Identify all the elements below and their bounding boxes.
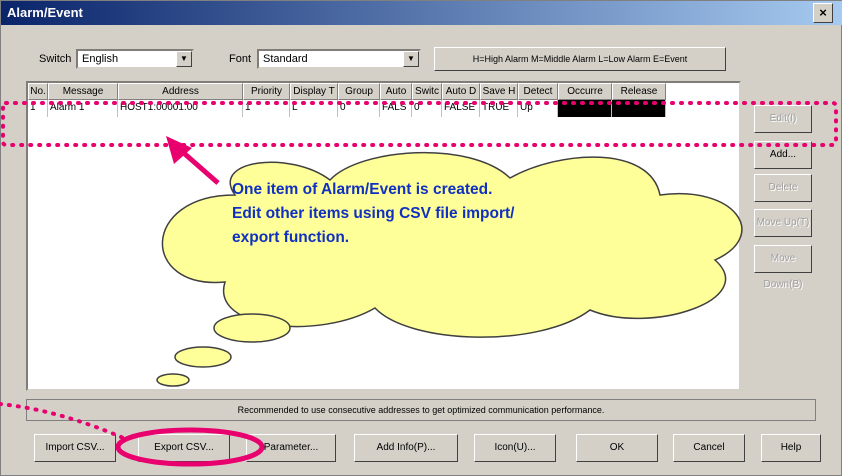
- icon-button[interactable]: Icon(U)...: [474, 434, 556, 462]
- font-value: Standard: [263, 53, 308, 65]
- add-info-button[interactable]: Add Info(P)...: [354, 434, 458, 462]
- parameter-button[interactable]: Parameter...: [246, 434, 336, 462]
- add-button[interactable]: Add...: [754, 141, 812, 169]
- cell-priority: 1: [243, 100, 290, 117]
- column-header[interactable]: Priority: [243, 83, 290, 100]
- column-header[interactable]: Auto: [380, 83, 412, 100]
- column-header[interactable]: Save H: [480, 83, 518, 100]
- column-header[interactable]: Switc: [412, 83, 442, 100]
- switch-label: Switch: [39, 53, 72, 65]
- cell-save-h: TRUE: [480, 100, 518, 117]
- callout-line: export function.: [232, 229, 350, 246]
- column-header[interactable]: Detect: [518, 83, 558, 100]
- font-select[interactable]: Standard ▼: [257, 49, 421, 69]
- priority-legend-button[interactable]: H=High Alarm M=Middle Alarm L=Low Alarm …: [434, 47, 726, 71]
- column-header[interactable]: Release: [612, 83, 666, 100]
- cell-auto-d: FALSE: [442, 100, 480, 117]
- callout-text: One item of Alarm/Event is created. Edit…: [232, 178, 692, 250]
- cell-group: 0: [338, 100, 380, 117]
- ok-button[interactable]: OK: [576, 434, 658, 462]
- table-row[interactable]: 1 Alarm 1 HOST1:00001.00 1 L 0 FALS 0 FA…: [28, 100, 666, 117]
- column-header[interactable]: Group: [338, 83, 380, 100]
- cell-switch: 0: [412, 100, 442, 117]
- column-header[interactable]: Address: [118, 83, 243, 100]
- switch-value: English: [82, 53, 119, 65]
- delete-button[interactable]: Delete: [754, 174, 812, 202]
- callout-line: Edit other items using CSV file import/: [232, 205, 515, 222]
- column-header[interactable]: Occurre: [558, 83, 612, 100]
- cell-message: Alarm 1: [48, 100, 118, 117]
- column-header[interactable]: Message: [48, 83, 118, 100]
- import-csv-button[interactable]: Import CSV...: [34, 434, 116, 462]
- help-button[interactable]: Help: [761, 434, 821, 462]
- table-header: No. Message Address Priority Display T G…: [28, 83, 666, 100]
- status-message: Recommended to use consecutive addresses…: [26, 399, 816, 421]
- cell-release: [612, 100, 666, 117]
- column-header[interactable]: No.: [28, 83, 48, 100]
- window-title: Alarm/Event: [7, 5, 83, 20]
- column-header[interactable]: Display T: [290, 83, 338, 100]
- switch-select[interactable]: English ▼: [76, 49, 194, 69]
- cell-auto: FALS: [380, 100, 412, 117]
- title-bar[interactable]: Alarm/Event ×: [1, 1, 842, 25]
- cell-no: 1: [28, 100, 48, 117]
- export-csv-button[interactable]: Export CSV...: [138, 434, 230, 462]
- close-icon[interactable]: ×: [813, 3, 833, 23]
- cancel-button[interactable]: Cancel: [673, 434, 745, 462]
- cell-detect: Up: [518, 100, 558, 117]
- font-label: Font: [229, 53, 252, 65]
- cell-address: HOST1:00001.00: [118, 100, 243, 117]
- chevron-down-icon[interactable]: ▼: [176, 51, 192, 67]
- callout-line: One item of Alarm/Event is created.: [232, 181, 493, 198]
- edit-button[interactable]: Edit(I): [754, 105, 812, 133]
- chevron-down-icon[interactable]: ▼: [403, 51, 419, 67]
- column-header[interactable]: Auto D: [442, 83, 480, 100]
- cell-occurrence: [558, 100, 612, 117]
- cell-display-type: L: [290, 100, 338, 117]
- move-down-button[interactable]: Move Down(B): [754, 245, 812, 290]
- move-up-button[interactable]: Move Up(T): [754, 209, 812, 237]
